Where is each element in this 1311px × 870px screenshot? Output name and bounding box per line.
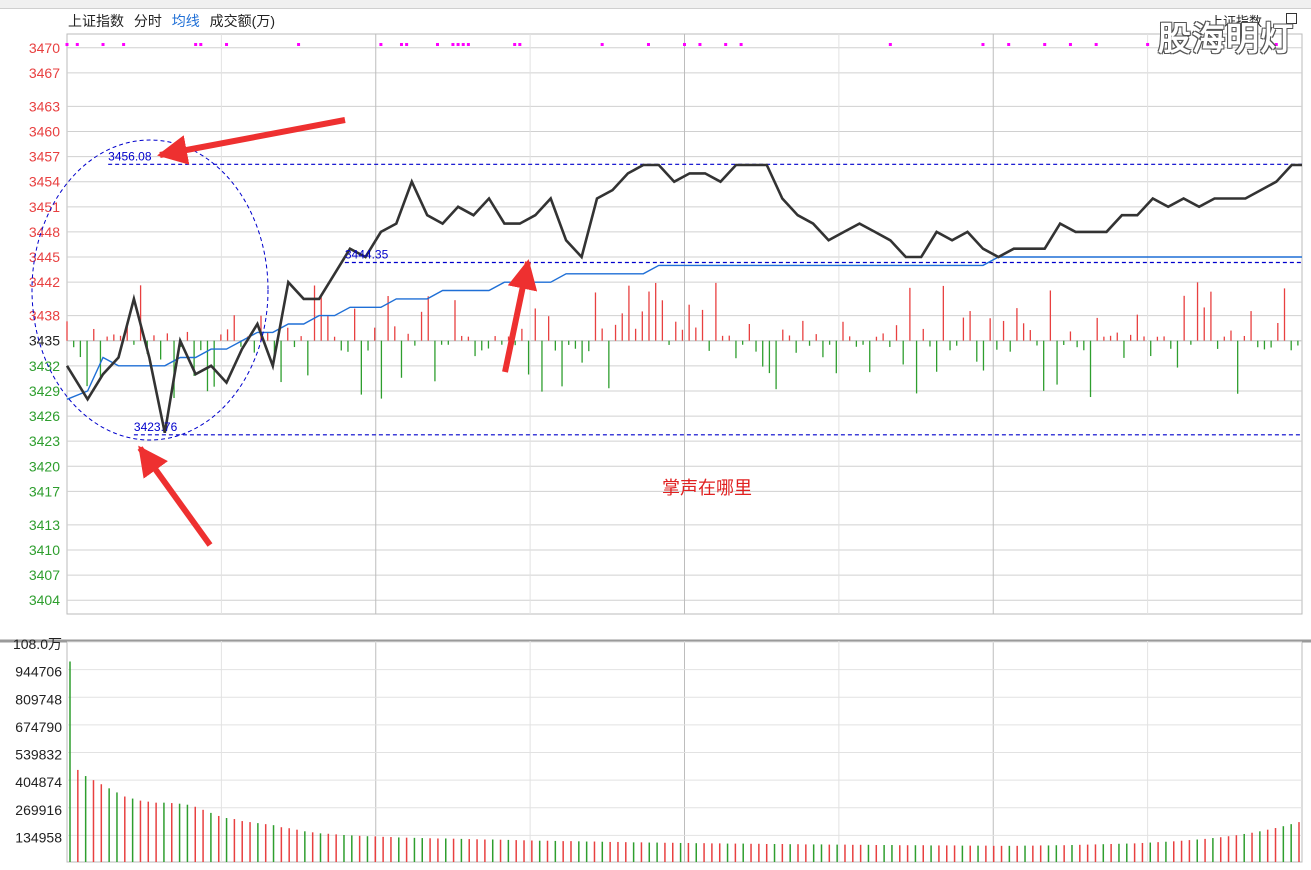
- price-tick-label: 3410: [29, 542, 60, 558]
- arrow-to-support: [502, 259, 538, 373]
- annotation-label: 3444.35: [345, 247, 389, 261]
- signal-marker: [199, 43, 203, 46]
- signal-marker: [75, 43, 79, 46]
- signal-marker: [1146, 43, 1150, 46]
- signal-marker: [888, 43, 892, 46]
- signal-marker: [646, 43, 650, 46]
- signal-marker: [1007, 43, 1011, 46]
- signal-marker: [225, 43, 229, 46]
- chart-canvas: 3470346734633460345734543451344834453442…: [0, 33, 1311, 863]
- price-tick-label: 3420: [29, 458, 60, 474]
- signal-marker: [101, 43, 105, 46]
- annotation-label: 3423.76: [134, 420, 178, 434]
- price-tick-label: 3442: [29, 274, 60, 290]
- signal-marker: [456, 43, 460, 46]
- signal-marker: [297, 43, 301, 46]
- signal-marker: [1043, 43, 1047, 46]
- volume-tick-label: 134958: [15, 829, 62, 845]
- price-tick-label: 3463: [29, 98, 60, 114]
- signal-marker: [451, 43, 455, 46]
- volume-tick-label: 539832: [15, 747, 62, 763]
- reference-lines: [108, 163, 1302, 436]
- price-tick-label: 3426: [29, 408, 60, 424]
- signal-marker: [513, 43, 517, 46]
- intraday-chart-screen: 上证指数 分时 均线 成交额(万) 上证指数 3470 3467 3463 3460 3…: [0, 0, 1311, 870]
- price-tick-label: 3470: [29, 40, 60, 56]
- signal-marker: [405, 43, 409, 46]
- signal-marker: [739, 43, 743, 46]
- arrow-to-low: [137, 445, 213, 547]
- signal-marker: [399, 43, 403, 46]
- price-tick-label: 3404: [29, 592, 60, 608]
- signal-marker: [724, 43, 728, 46]
- arrow-to-high: [157, 117, 346, 165]
- volume-axis-labels: 108.0万 944706 809748 674790 539832 404874 2699…: [13, 636, 62, 845]
- signal-marker: [436, 43, 439, 46]
- volume-tick-label: 108.0万: [13, 636, 62, 652]
- signal-marker: [122, 43, 126, 46]
- signal-marker: [461, 43, 465, 46]
- volume-tick-label: 674790: [15, 719, 62, 735]
- annotation-label: 3456.08: [108, 149, 152, 163]
- price-axis-labels: 3470346734633460345734543451344834453442…: [29, 40, 60, 608]
- signal-marker: [698, 43, 702, 46]
- watermark-logo: 股海明灯: [1158, 20, 1294, 57]
- grid-lines: [0, 33, 1311, 863]
- signal-marker: [466, 43, 470, 46]
- price-tick-label: 3407: [29, 567, 60, 583]
- price-tick-label: 3448: [29, 224, 60, 240]
- price-tick-label: 3467: [29, 65, 60, 81]
- signal-marker: [194, 43, 198, 46]
- price-tick-label: 3423: [29, 433, 60, 449]
- signal-marker: [1068, 43, 1072, 46]
- volume-tick-label: 809748: [15, 691, 62, 707]
- signal-marker: [1094, 43, 1098, 46]
- signal-marker: [981, 43, 985, 46]
- price-tick-label: 3432: [29, 358, 60, 374]
- signal-marker: [65, 43, 69, 46]
- signal-marker: [683, 43, 686, 46]
- volume-tick-label: 269916: [15, 802, 62, 818]
- signal-marker: [518, 43, 522, 46]
- signal-markers: [65, 43, 1278, 46]
- price-tick-label: 3413: [29, 517, 60, 533]
- price-tick-label: 3457: [29, 149, 60, 165]
- price-tick-label: 3435: [29, 333, 60, 349]
- price-tick-label: 3454: [29, 174, 60, 190]
- volume-tick-label: 944706: [15, 664, 62, 680]
- volume-tick-label: 404874: [15, 774, 62, 790]
- price-tick-label: 3451: [29, 199, 60, 215]
- chart-note: 掌声在哪里: [662, 478, 752, 498]
- price-tick-label: 3429: [29, 383, 60, 399]
- signal-marker: [379, 43, 383, 46]
- price-tick-label: 3417: [29, 483, 60, 499]
- price-tick-label: 3460: [29, 124, 60, 140]
- signal-marker: [600, 43, 604, 46]
